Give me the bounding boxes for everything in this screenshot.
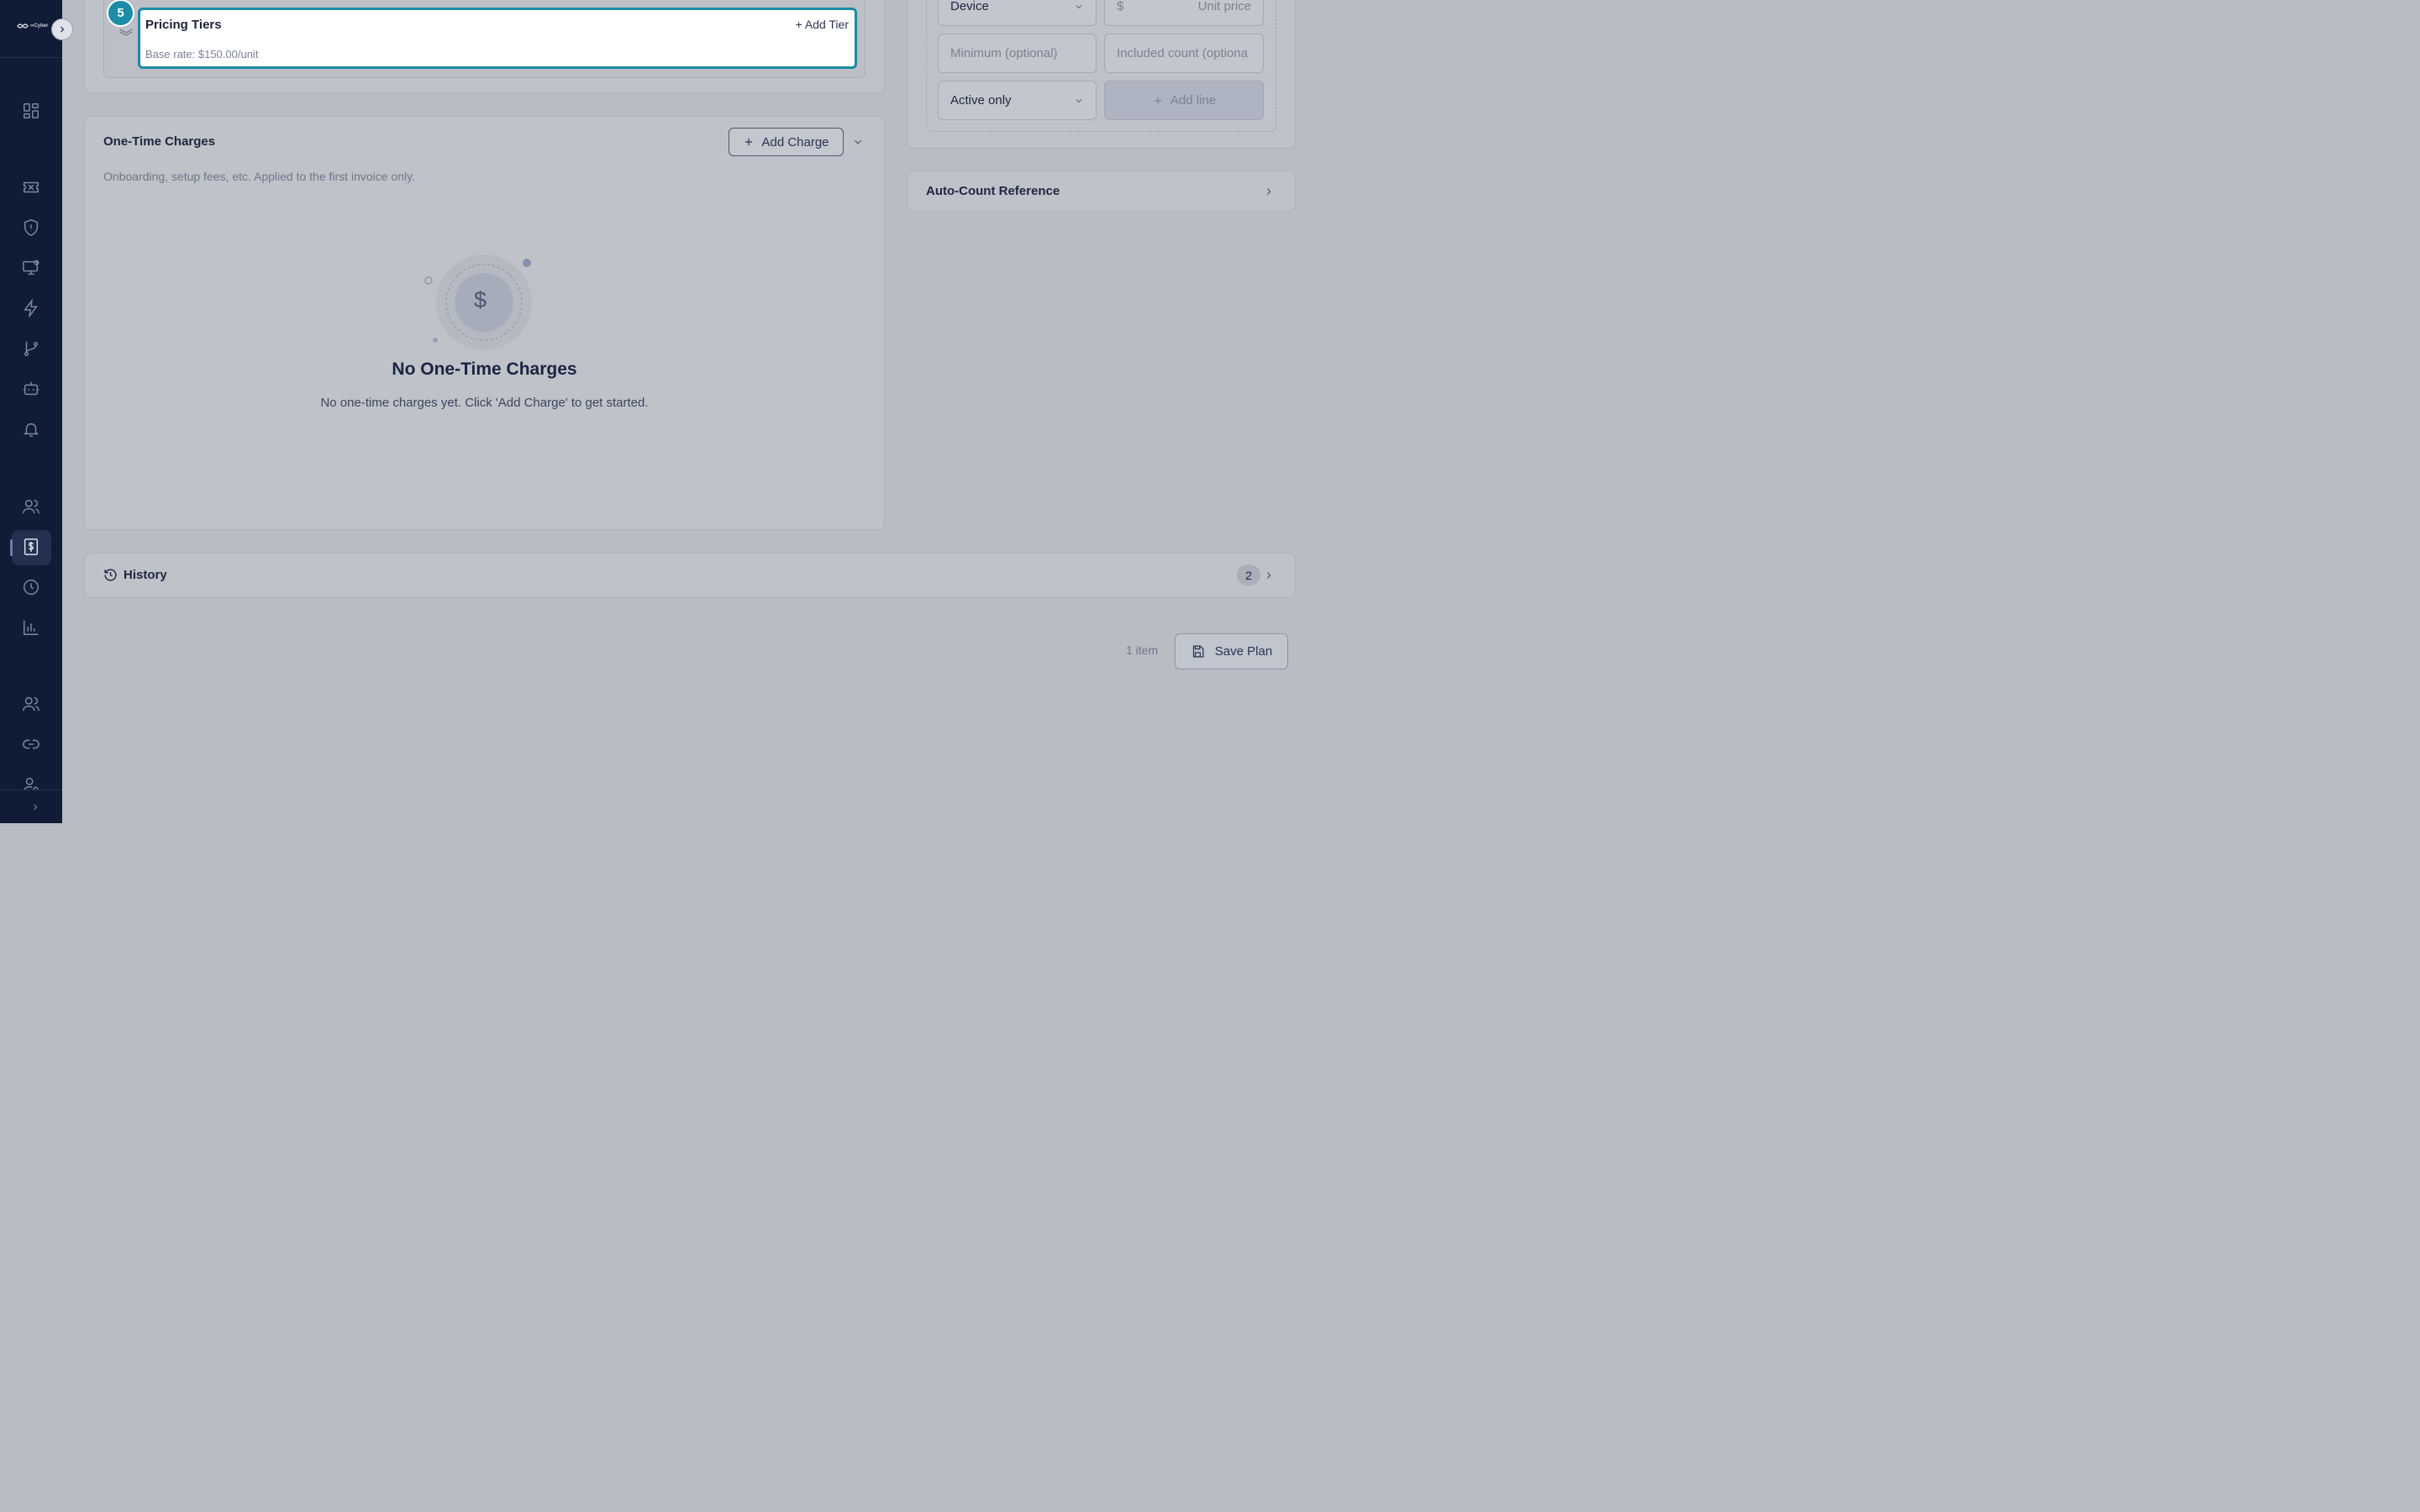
chevron-down-icon [1076,98,1082,102]
add-charge-label: Add Charge [761,134,829,150]
chevron-right-icon[interactable] [1263,186,1275,197]
users-icon[interactable] [19,495,43,518]
empty-state-title: No One-Time Charges [392,360,577,379]
plus-icon [1154,97,1161,104]
history-card[interactable] [84,553,1296,598]
status-filter-value: Active only [950,93,1012,108]
active-nav-indicator [10,539,13,556]
save-plan-label: Save Plan [1214,644,1273,659]
git-branch-icon[interactable] [19,337,43,360]
bell-icon[interactable] [19,417,43,441]
minimum-placeholder: Minimum (optional) [950,46,1058,60]
status-filter-select[interactable]: Active only [938,81,1097,120]
bar-chart-icon[interactable] [19,616,43,639]
plus-icon [745,138,753,146]
sidebar-footer [0,790,62,823]
logo-text: ∞Cyber [30,24,49,29]
add-charge-button[interactable]: Add Charge [729,128,844,156]
dollar-icon: $ [474,287,487,312]
unit-price-input[interactable]: $ Unit price [1104,0,1264,26]
step-badge: 5 [107,0,134,27]
auto-count-reference-title: Auto-Count Reference [926,184,1060,198]
currency-symbol: $ [1117,0,1124,13]
chevron-right-icon[interactable] [1263,570,1275,581]
history-count-badge: 2 [1237,564,1260,585]
item-count: 1 item [1126,643,1159,657]
history-icon [103,568,118,582]
sidebar-divider [0,57,62,58]
clock-icon[interactable] [19,575,43,599]
one-time-charges-title: One-Time Charges [103,134,216,149]
empty-state-illustration: $ [420,250,546,355]
app-logo[interactable]: ∞Cyber [17,23,48,29]
type-select[interactable]: Device [938,0,1097,26]
sidebar: ∞Cyber [0,0,62,823]
team-icon[interactable] [19,692,43,716]
type-select-value: Device [950,0,989,13]
dashboard-icon[interactable] [19,99,43,123]
pricing-tiers-highlight[interactable]: Pricing Tiers + Add Tier Base rate: $150… [138,8,857,69]
collapse-chevron-icon[interactable] [852,136,864,148]
save-plan-button[interactable]: Save Plan [1175,633,1288,669]
sidebar-expand-button[interactable] [51,18,73,40]
zap-icon[interactable] [19,297,43,320]
billing-icon[interactable] [19,535,43,559]
bot-icon[interactable] [19,377,43,401]
chevron-right-icon[interactable] [30,802,40,812]
included-count-input[interactable]: Included count (optiona [1104,34,1264,73]
chevron-down-icon [1076,4,1082,8]
included-count-placeholder: Included count (optiona [1117,46,1248,60]
base-rate-text: Base rate: $150.00/unit [145,48,259,60]
save-icon [1192,645,1204,658]
ticket-icon[interactable] [19,176,43,199]
chevron-right-icon [60,26,65,33]
empty-state-description: No one-time charges yet. Click 'Add Char… [320,396,649,410]
pricing-tiers-title: Pricing Tiers [145,18,222,32]
one-time-charges-description: Onboarding, setup fees, etc. Applied to … [103,170,415,183]
link-icon[interactable] [19,732,43,756]
shield-alert-icon[interactable] [19,216,43,239]
history-title: History [124,568,167,582]
add-line-button[interactable]: Add line [1104,81,1264,120]
add-tier-button[interactable]: + Add Tier [796,18,849,31]
add-line-label: Add line [1170,93,1217,108]
monitor-settings-icon[interactable] [19,256,43,280]
minimum-input[interactable]: Minimum (optional) [938,34,1097,73]
unit-price-placeholder: Unit price [1197,0,1251,13]
